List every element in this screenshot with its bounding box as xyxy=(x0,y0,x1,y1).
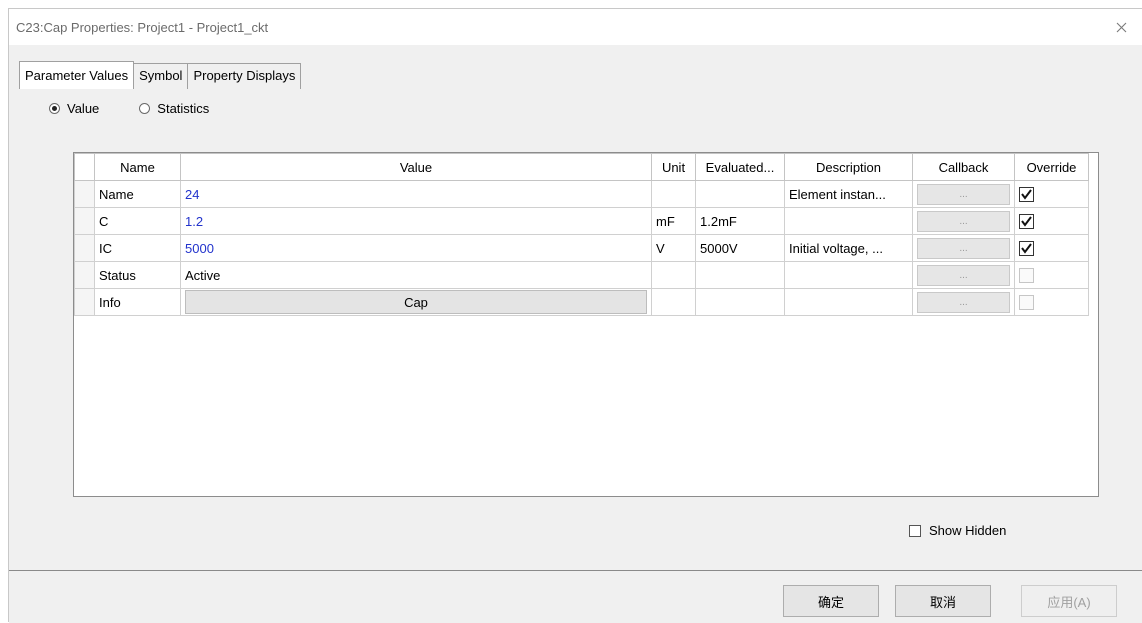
param-evaluated-cell xyxy=(695,261,785,289)
override-checkbox[interactable] xyxy=(1019,241,1034,257)
param-evaluated-cell: 5000V xyxy=(695,234,785,262)
row-stub-header xyxy=(74,153,95,181)
show-hidden-checkbox[interactable]: Show Hidden xyxy=(909,523,1006,538)
param-unit-cell[interactable]: mF xyxy=(651,207,696,235)
override-cell xyxy=(1014,261,1089,289)
col-header-evaluated[interactable]: Evaluated... xyxy=(695,153,785,181)
param-value-cell[interactable]: 24 xyxy=(180,180,652,208)
param-evaluated-cell xyxy=(695,288,785,316)
mode-radio-group: Value Statistics xyxy=(49,101,209,116)
close-icon xyxy=(1116,22,1126,32)
override-checkbox-disabled xyxy=(1019,295,1034,311)
check-icon xyxy=(1021,216,1032,227)
callback-cell: ... xyxy=(912,234,1015,262)
override-checkbox-disabled xyxy=(1019,268,1034,284)
callback-cell: ... xyxy=(912,288,1015,316)
param-unit-cell[interactable]: V xyxy=(651,234,696,262)
param-value-cell[interactable]: 5000 xyxy=(180,234,652,262)
ok-button[interactable]: 确定 xyxy=(783,585,879,617)
param-name-cell: Name xyxy=(94,180,181,208)
callback-cell: ... xyxy=(912,261,1015,289)
radio-statistics-label: Statistics xyxy=(157,101,210,116)
col-header-unit[interactable]: Unit xyxy=(651,153,696,181)
radio-value-label: Value xyxy=(67,101,100,116)
col-header-name[interactable]: Name xyxy=(94,153,181,181)
row-selector[interactable] xyxy=(74,180,95,208)
table-row-c: C 1.2 mF 1.2mF ... xyxy=(74,207,1089,235)
radio-value[interactable]: Value xyxy=(49,101,99,116)
param-description-cell xyxy=(784,261,913,289)
radio-statistics-indicator[interactable] xyxy=(139,103,151,114)
param-value-cell[interactable]: 1.2 xyxy=(180,207,652,235)
override-checkbox[interactable] xyxy=(1019,187,1034,203)
callback-cell: ... xyxy=(912,180,1015,208)
param-unit-cell[interactable] xyxy=(651,180,696,208)
tab-parameter-values[interactable]: Parameter Values xyxy=(19,61,135,89)
title-bar: C23:Cap Properties: Project1 - Project1_… xyxy=(9,9,1142,45)
override-cell xyxy=(1014,207,1089,235)
table-row-name: Name 24 Element instan... ... xyxy=(74,180,1089,208)
param-value-cell: Cap xyxy=(180,288,652,316)
param-name-cell: C xyxy=(94,207,181,235)
param-value-cell[interactable]: Active xyxy=(180,261,652,289)
param-unit-cell[interactable] xyxy=(651,288,696,316)
properties-dialog: C23:Cap Properties: Project1 - Project1_… xyxy=(8,8,1142,623)
button-bar: 确定 取消 应用(A) xyxy=(9,570,1142,623)
callback-cell: ... xyxy=(912,207,1015,235)
radio-value-indicator[interactable] xyxy=(49,103,60,114)
col-header-override[interactable]: Override xyxy=(1014,153,1089,181)
table-row-status: Status Active ... xyxy=(74,261,1089,289)
close-button[interactable] xyxy=(1106,13,1136,41)
parameter-grid: Name Value Unit Evaluated... Description… xyxy=(73,152,1099,497)
apply-button[interactable]: 应用(A) xyxy=(1021,585,1117,617)
param-description-cell: Initial voltage, ... xyxy=(784,234,913,262)
callback-button[interactable]: ... xyxy=(917,237,1010,259)
override-checkbox[interactable] xyxy=(1019,214,1034,230)
info-value-button[interactable]: Cap xyxy=(185,290,647,314)
table-row-ic: IC 5000 V 5000V Initial voltage, ... ... xyxy=(74,234,1089,262)
param-description-cell xyxy=(784,207,913,235)
show-hidden-box[interactable] xyxy=(909,524,921,537)
param-evaluated-cell xyxy=(695,180,785,208)
col-header-value[interactable]: Value xyxy=(180,153,652,181)
param-unit-cell[interactable] xyxy=(651,261,696,289)
window-title: C23:Cap Properties: Project1 - Project1_… xyxy=(16,20,269,35)
col-header-callback[interactable]: Callback xyxy=(912,153,1015,181)
table-row-info: Info Cap ... xyxy=(74,288,1089,316)
callback-button[interactable]: ... xyxy=(917,210,1010,232)
show-hidden-label: Show Hidden xyxy=(929,523,1007,538)
override-cell xyxy=(1014,288,1089,316)
row-selector[interactable] xyxy=(74,234,95,262)
row-selector[interactable] xyxy=(74,261,95,289)
radio-statistics[interactable]: Statistics xyxy=(139,101,209,116)
param-name-cell: Status xyxy=(94,261,181,289)
col-header-description[interactable]: Description xyxy=(784,153,913,181)
cancel-button[interactable]: 取消 xyxy=(895,585,991,617)
param-evaluated-cell: 1.2mF xyxy=(695,207,785,235)
callback-button[interactable]: ... xyxy=(917,264,1010,286)
callback-button[interactable]: ... xyxy=(917,291,1010,313)
param-name-cell: IC xyxy=(94,234,181,262)
tab-property-displays[interactable]: Property Displays xyxy=(187,63,302,89)
override-cell xyxy=(1014,234,1089,262)
param-name-cell: Info xyxy=(94,288,181,316)
tab-strip: Parameter Values Symbol Property Display… xyxy=(19,61,302,89)
check-icon xyxy=(1021,189,1032,200)
override-cell xyxy=(1014,180,1089,208)
param-description-cell: Element instan... xyxy=(784,180,913,208)
grid-header-row: Name Value Unit Evaluated... Description… xyxy=(74,153,1089,181)
callback-button[interactable]: ... xyxy=(917,183,1010,205)
row-selector[interactable] xyxy=(74,288,95,316)
param-description-cell xyxy=(784,288,913,316)
check-icon xyxy=(1021,243,1032,254)
tab-symbol[interactable]: Symbol xyxy=(133,63,189,89)
row-selector[interactable] xyxy=(74,207,95,235)
